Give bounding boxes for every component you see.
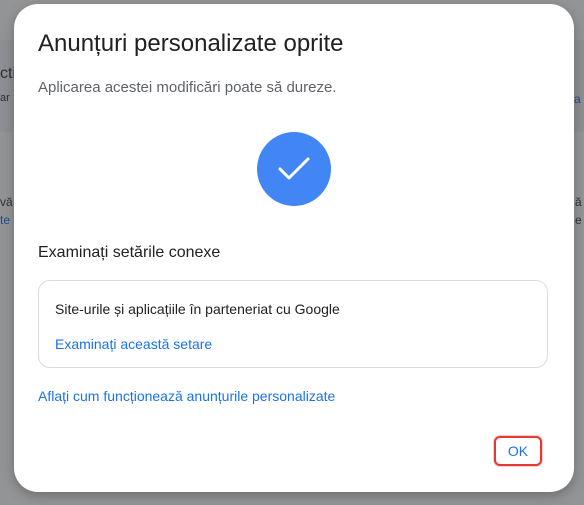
dialog-title: Anunțuri personalizate oprite [38, 30, 344, 57]
success-badge [257, 132, 331, 206]
related-setting-title: Site-urile și aplicațiile în parteneriat… [55, 301, 340, 317]
review-setting-link[interactable]: Examinați această setare [55, 336, 212, 352]
check-icon [278, 157, 310, 180]
learn-more-link[interactable]: Aflați cum funcționează anunțurile perso… [38, 388, 335, 404]
ad-settings-dialog: Anunțuri personalizate oprite Aplicarea … [14, 4, 574, 492]
related-settings-heading: Examinați setările conexe [38, 244, 221, 261]
ok-button[interactable]: OK [494, 436, 542, 466]
related-setting-card: Site-urile și aplicațiile în parteneriat… [38, 280, 548, 368]
dialog-subtitle: Aplicarea acestei modificări poate să du… [38, 79, 337, 96]
